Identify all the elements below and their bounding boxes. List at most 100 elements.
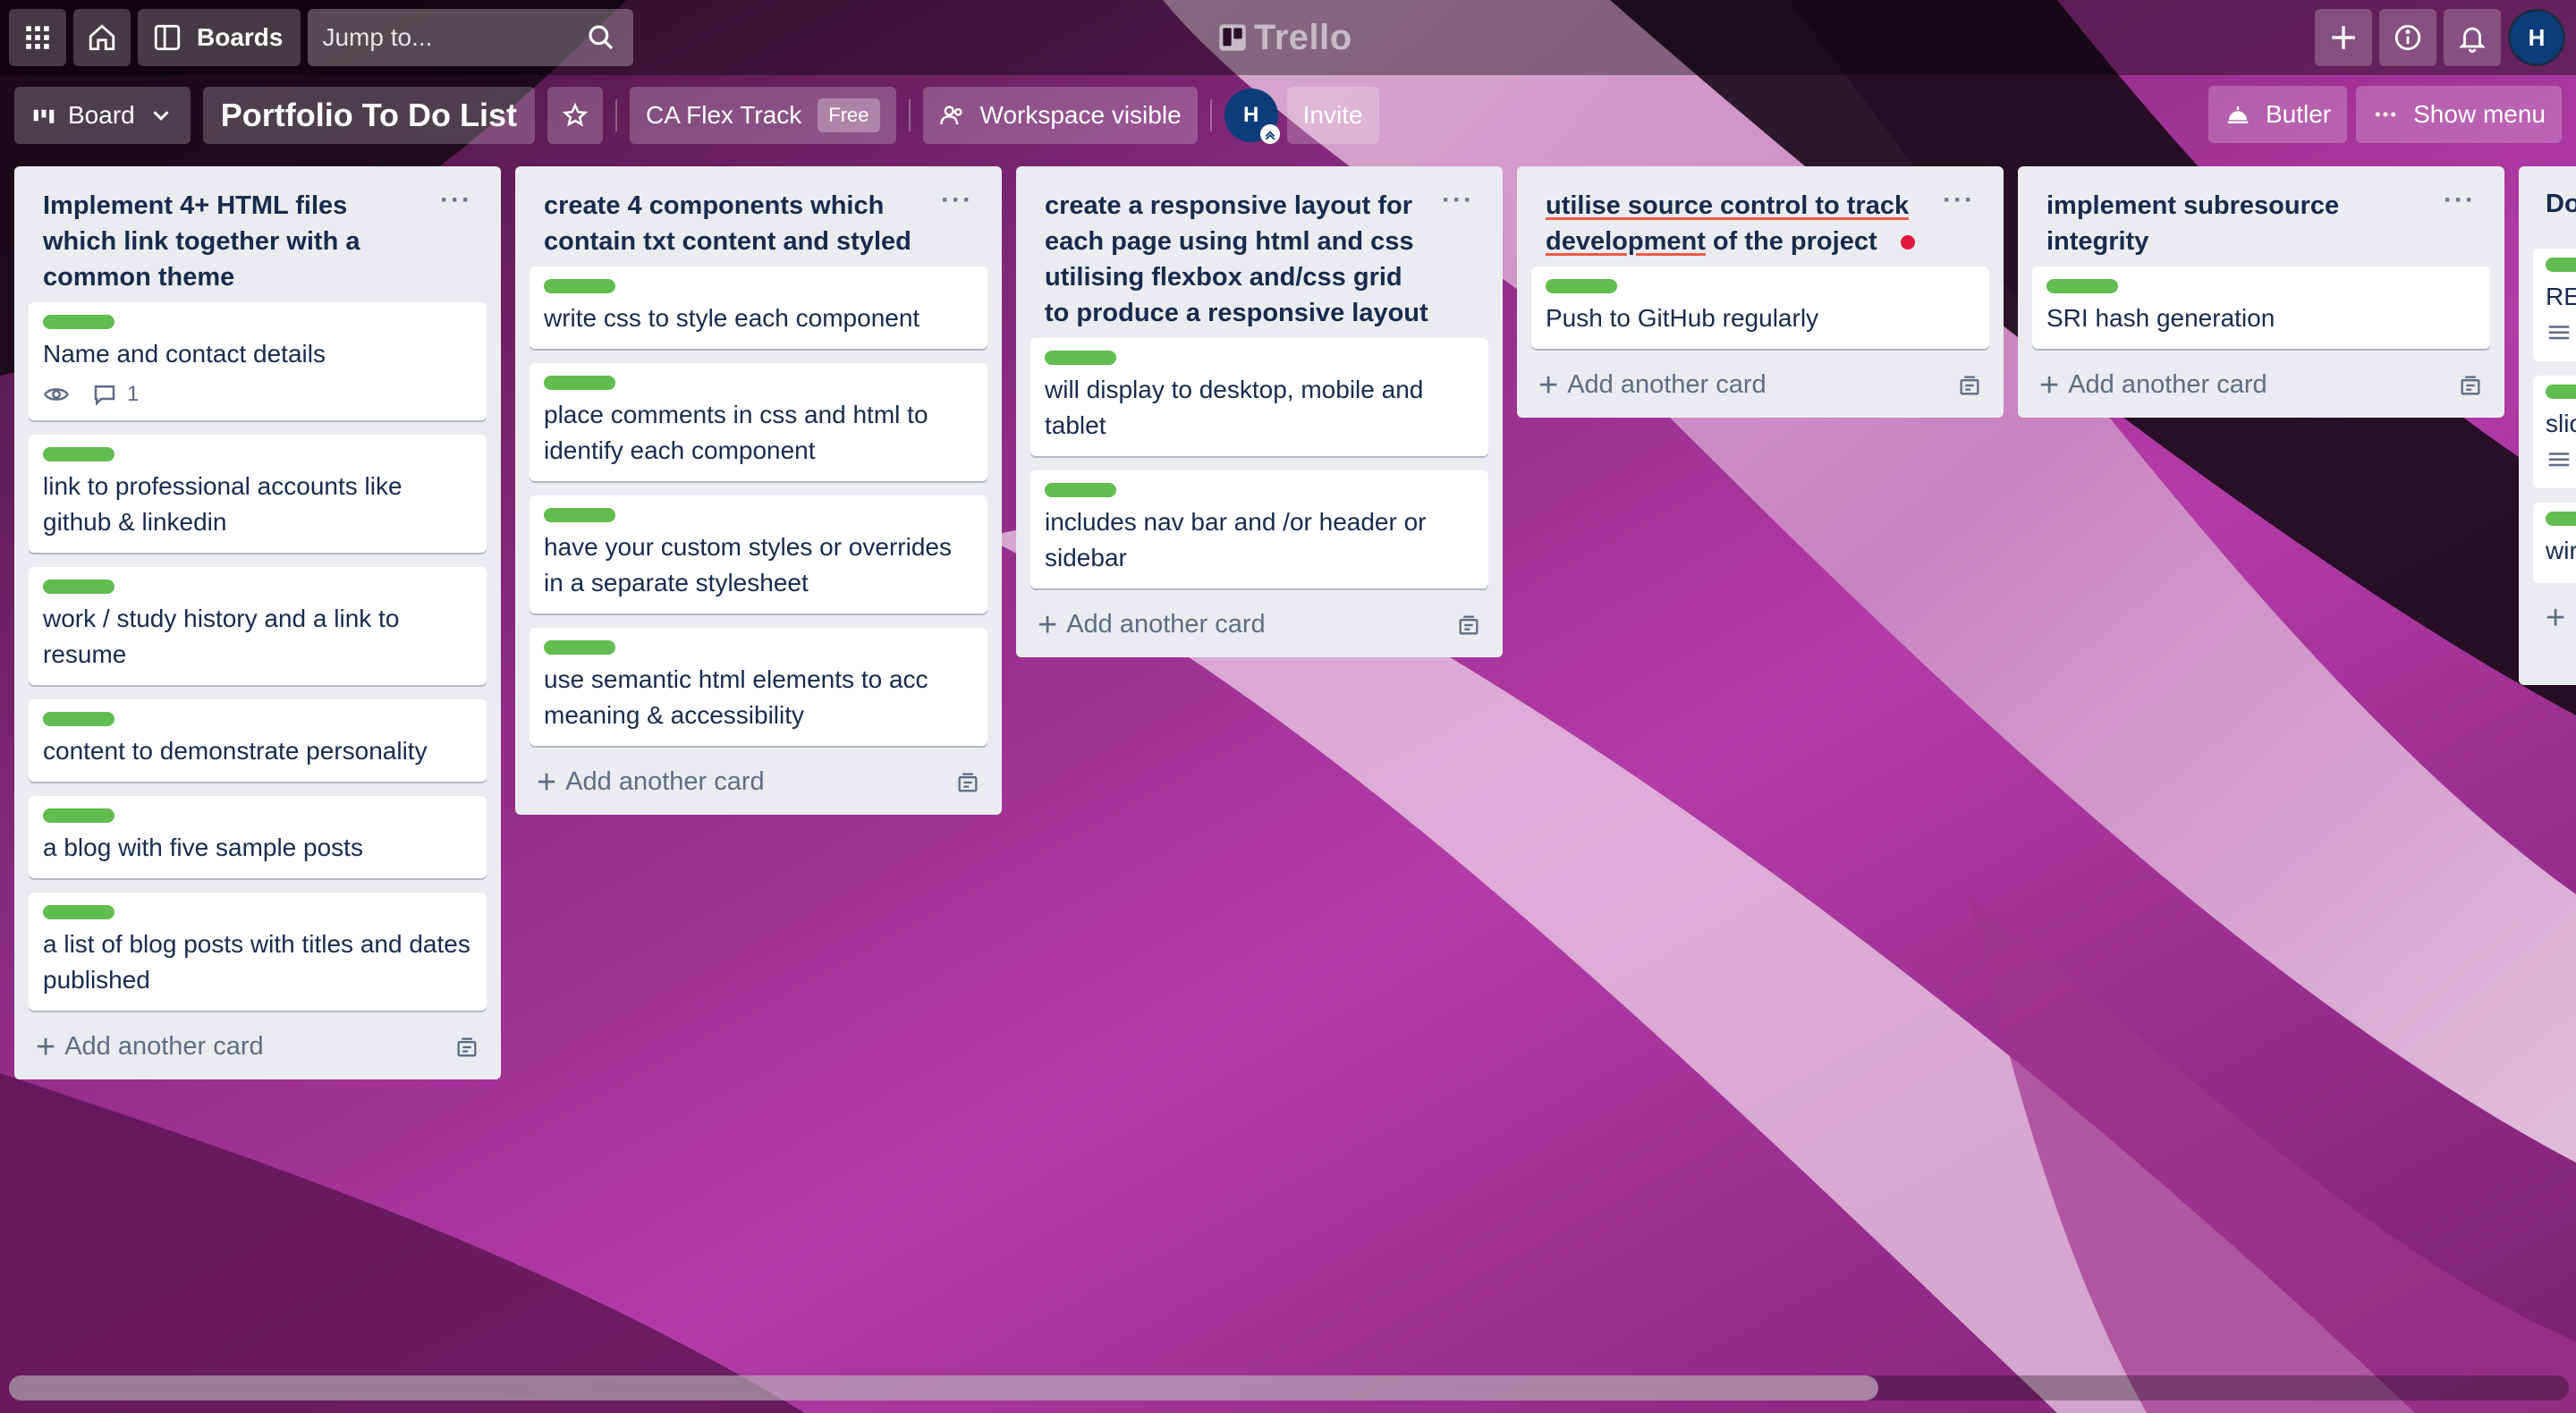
divider: [1209, 99, 1212, 131]
workspace-visible-icon: [939, 106, 962, 125]
card[interactable]: slic: [2533, 376, 2576, 488]
board-view-switcher[interactable]: Board: [14, 87, 191, 144]
card[interactable]: RE: [2533, 249, 2576, 361]
card[interactable]: work / study history and a link to resum…: [29, 567, 487, 685]
card-title: SRI hash generation: [2046, 304, 2275, 332]
card[interactable]: Name and contact details 1: [29, 302, 487, 420]
list-title[interactable]: Do: [2533, 177, 2576, 249]
scrollbar-thumb[interactable]: [9, 1375, 1878, 1400]
list-title-part-2: of the project: [1705, 227, 1877, 256]
card-title: a blog with five sample posts: [43, 833, 363, 861]
card-label: [2546, 512, 2576, 526]
card[interactable]: use semantic html elements to acc meanin…: [530, 628, 987, 746]
trello-logo[interactable]: Trello: [1218, 16, 1352, 59]
card[interactable]: content to demonstrate personality: [29, 699, 487, 782]
plus-icon: +: [537, 763, 557, 801]
list-menu-icon[interactable]: ···: [2444, 187, 2476, 259]
user-avatar[interactable]: H: [2508, 9, 2565, 66]
card-label: [43, 712, 114, 726]
card[interactable]: a list of blog posts with titles and dat…: [29, 893, 487, 1011]
add-card-button[interactable]: + Add another card: [1531, 363, 1989, 405]
card[interactable]: a blog with five sample posts: [29, 796, 487, 878]
card[interactable]: will display to desktop, mobile and tabl…: [1030, 338, 1488, 456]
description-icon: [2548, 453, 2570, 467]
divider: [908, 99, 911, 131]
member-avatar[interactable]: H: [1224, 89, 1280, 144]
card-title: includes nav bar and /or header or sideb…: [1045, 508, 1427, 571]
butler-button[interactable]: Butler: [2207, 86, 2348, 143]
card[interactable]: place comments in css and html to identi…: [530, 363, 987, 481]
list[interactable]: implement subresource integrity ··· SRI …: [2018, 166, 2504, 418]
create-from-template-icon[interactable]: [454, 1035, 479, 1060]
card-title: slic: [2546, 410, 2576, 437]
card[interactable]: link to professional accounts like githu…: [29, 435, 487, 553]
card[interactable]: Push to GitHub regularly: [1531, 267, 1989, 349]
apps-grid-icon: [26, 26, 49, 49]
info-icon: [2394, 24, 2421, 51]
card-label: [544, 508, 615, 522]
list-title[interactable]: create 4 components which contain txt co…: [544, 188, 928, 259]
horizontal-scrollbar[interactable]: [9, 1375, 2569, 1400]
add-card-label: Add another card: [64, 1032, 264, 1061]
create-button[interactable]: [2315, 9, 2372, 66]
card[interactable]: wir: [2533, 503, 2576, 583]
add-card-button[interactable]: + Add another card: [1030, 603, 1488, 645]
butler-label: Butler: [2265, 100, 2332, 128]
list-menu-icon[interactable]: ···: [941, 187, 973, 259]
board-view-label: Board: [68, 101, 135, 129]
list-menu-icon[interactable]: ···: [1943, 187, 1975, 259]
card-label: [43, 580, 114, 594]
board-title[interactable]: Portfolio To Do List: [202, 87, 535, 144]
card[interactable]: have your custom styles or overrides in …: [530, 495, 987, 613]
add-card-button[interactable]: + Add another card: [530, 760, 987, 802]
home-button[interactable]: [73, 9, 131, 66]
plus-icon: [2332, 26, 2355, 49]
add-card-button[interactable]: + Add another card: [29, 1025, 487, 1067]
add-card-button[interactable]: + Add another card: [2032, 363, 2490, 405]
create-from-template-icon[interactable]: [2458, 373, 2483, 398]
board-view-icon: [33, 109, 55, 123]
list[interactable]: utilise source control to track developm…: [1517, 166, 2004, 418]
card-title: use semantic html elements to acc meanin…: [544, 665, 928, 729]
boards-button[interactable]: Boards: [138, 9, 301, 66]
card-title: a list of blog posts with titles and dat…: [43, 930, 470, 994]
notifications-button[interactable]: [2444, 9, 2501, 66]
card-label: [1045, 351, 1116, 365]
list[interactable]: create a responsive layout for each page…: [1016, 166, 1503, 657]
create-from-template-icon[interactable]: [1957, 373, 1982, 398]
create-from-template-icon[interactable]: [955, 770, 980, 795]
visibility-button[interactable]: Workspace visible: [922, 87, 1198, 144]
card-label: [2546, 258, 2576, 272]
list[interactable]: Implement 4+ HTML files which link toget…: [14, 166, 501, 1079]
add-card-button[interactable]: +: [2533, 597, 2576, 637]
card-title: will display to desktop, mobile and tabl…: [1045, 376, 1424, 439]
card-label: [2046, 279, 2118, 293]
list-title[interactable]: Implement 4+ HTML files which link toget…: [43, 188, 428, 295]
search-input[interactable]: [322, 23, 573, 52]
user-avatar-initial: H: [2528, 23, 2546, 51]
info-button[interactable]: [2379, 9, 2436, 66]
add-card-label: Add another card: [565, 767, 765, 796]
bell-icon: [2459, 27, 2486, 53]
member-avatar-initial: H: [1242, 103, 1259, 127]
list-menu-icon[interactable]: ···: [1442, 187, 1474, 331]
create-from-template-icon[interactable]: [1456, 613, 1481, 638]
search-box[interactable]: [308, 9, 634, 66]
apps-grid-button[interactable]: [9, 9, 66, 66]
show-menu-button[interactable]: Show menu: [2356, 86, 2562, 143]
list[interactable]: create 4 components which contain txt co…: [515, 166, 1002, 815]
card[interactable]: SRI hash generation: [2032, 267, 2490, 349]
add-card-label: Add another card: [1567, 370, 1767, 399]
list-title[interactable]: utilise source control to track developm…: [1546, 188, 1930, 259]
star-board-button[interactable]: [547, 87, 603, 144]
invite-button[interactable]: Invite: [1286, 87, 1379, 144]
comment-icon: [94, 385, 115, 407]
workspace-button[interactable]: CA Flex Track Free: [630, 87, 896, 144]
list-title[interactable]: implement subresource integrity: [2046, 188, 2431, 259]
list[interactable]: Do RE slic wir +: [2519, 166, 2576, 685]
card-title: link to professional accounts like githu…: [43, 472, 402, 536]
list-title[interactable]: create a responsive layout for each page…: [1045, 188, 1429, 331]
list-menu-icon[interactable]: ···: [440, 187, 472, 295]
card[interactable]: write css to style each component: [530, 267, 987, 349]
card[interactable]: includes nav bar and /or header or sideb…: [1030, 470, 1488, 588]
